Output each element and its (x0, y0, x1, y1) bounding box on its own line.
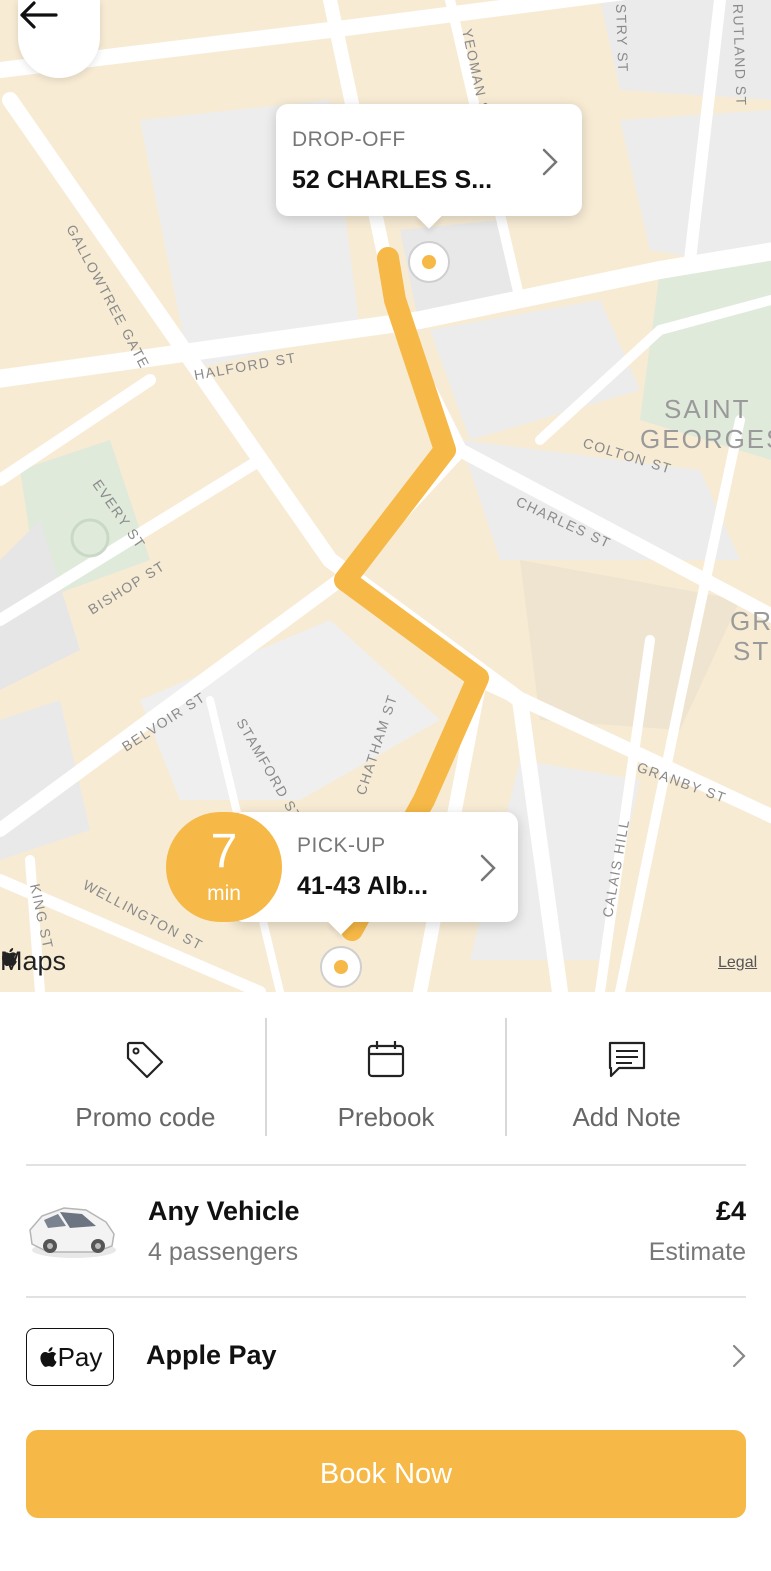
divider (26, 1164, 746, 1166)
payment-method-name: Apple Pay (146, 1340, 277, 1370)
chevron-right-icon (480, 854, 496, 882)
map-view[interactable]: HALFORD ST GALLOWTREE GATE EVERY ST BISH… (0, 0, 771, 992)
legal-link[interactable]: Legal (718, 954, 757, 972)
car-icon (29, 1207, 116, 1258)
fare-note: Estimate (648, 1238, 746, 1266)
eta-badge: 7 min (166, 812, 282, 922)
prebook-label: Prebook (337, 1102, 435, 1132)
arrow-left-icon (20, 1, 58, 29)
book-now-button[interactable]: Book Now (26, 1430, 746, 1518)
dropoff-label: DROP-OFF (292, 128, 406, 151)
promo-code-button[interactable]: Promo code (26, 1018, 265, 1136)
eta-value: 7 (210, 825, 238, 878)
pickup-address: 41-43 Alb... (297, 872, 429, 900)
apple-pay-badge: Pay (26, 1328, 114, 1386)
trip-actions: Promo code Prebook Add Note (26, 1018, 746, 1136)
area-label: GR (730, 606, 771, 636)
dropoff-address: 52 CHARLES S... (292, 166, 493, 194)
area-label: ST (733, 636, 770, 666)
apple-logo-icon (40, 1347, 57, 1367)
vehicle-name: Any Vehicle (148, 1196, 300, 1226)
chevron-right-icon (542, 148, 558, 176)
area-label: GEORGES (640, 424, 771, 454)
dropoff-marker[interactable] (408, 241, 450, 283)
pickup-label: PICK-UP (297, 834, 386, 857)
note-icon (608, 1041, 645, 1078)
apple-pay-badge-label: Pay (57, 1341, 103, 1372)
pickup-marker[interactable] (320, 946, 362, 988)
add-note-button[interactable]: Add Note (505, 1018, 746, 1136)
street-label: STRY ST (613, 4, 631, 74)
fare-price: £4 (715, 1196, 746, 1226)
eta-unit: min (207, 882, 241, 905)
area-label: SAINT (664, 394, 751, 424)
prebook-button[interactable]: Prebook (264, 1018, 506, 1136)
tag-icon (127, 1041, 164, 1079)
calendar-icon (367, 1041, 405, 1078)
payment-method-selector[interactable]: Pay Apple Pay (26, 1300, 746, 1412)
dropoff-callout[interactable]: DROP-OFF 52 CHARLES S... (276, 104, 582, 216)
promo-code-label: Promo code (75, 1102, 216, 1132)
vehicle-passengers: 4 passengers (148, 1238, 299, 1266)
maps-attribution: Maps (0, 946, 66, 977)
vehicle-selector[interactable]: Any Vehicle 4 passengers £4 Estimate (26, 1168, 746, 1296)
add-note-label: Add Note (572, 1102, 681, 1132)
chevron-right-icon (732, 1344, 746, 1368)
divider (26, 1296, 746, 1298)
apple-logo-icon (2, 948, 17, 967)
